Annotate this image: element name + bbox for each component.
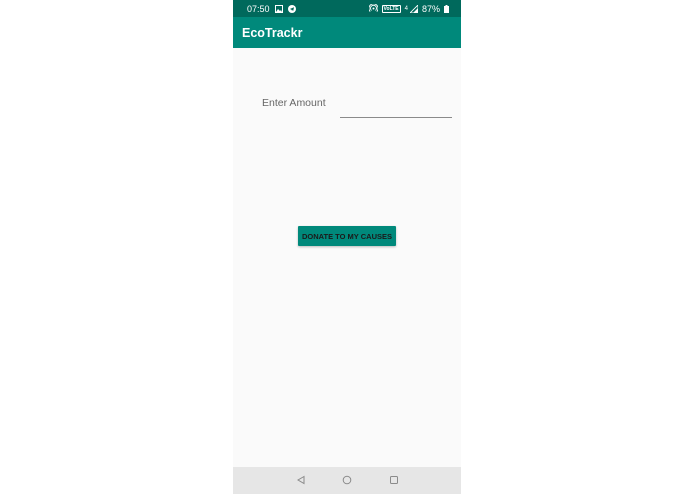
phone-screen: 07:50 VoLTE 4 87% EcoTrackr Enter Amount… [233, 0, 461, 494]
app-title: EcoTrackr [242, 25, 303, 40]
back-icon[interactable] [296, 475, 306, 485]
donate-button[interactable]: DONATE TO MY CAUSES [298, 226, 396, 246]
battery-icon [444, 4, 449, 13]
amount-input[interactable] [340, 98, 452, 118]
navigation-bar [233, 467, 461, 494]
network-type: 4 [404, 5, 408, 12]
telegram-icon [287, 4, 296, 13]
home-icon[interactable] [342, 475, 352, 485]
amount-label: Enter Amount [262, 97, 326, 109]
status-time: 07:50 [247, 3, 270, 14]
app-bar: EcoTrackr [233, 17, 461, 48]
status-bar: 07:50 VoLTE 4 87% [233, 0, 461, 17]
recents-icon[interactable] [389, 475, 399, 485]
image-icon [274, 4, 283, 13]
volte-icon: VoLTE [381, 4, 401, 13]
hotspot-icon [368, 4, 378, 13]
battery-percent: 87% [421, 3, 440, 14]
signal-icon [409, 4, 418, 13]
